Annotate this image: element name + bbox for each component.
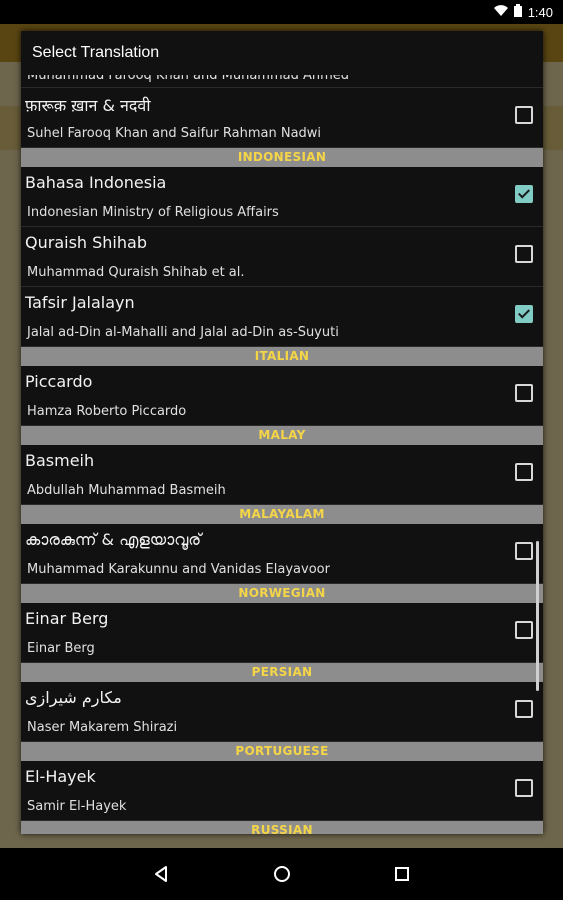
dialog-title: Select Translation xyxy=(21,31,543,75)
battery-icon xyxy=(513,4,522,20)
select-translation-dialog: Select Translation Muhammad Farooq Khan … xyxy=(21,31,543,834)
section-header: PORTUGUESE xyxy=(21,742,543,761)
home-icon xyxy=(274,866,290,882)
translation-item[interactable]: Tafsir Jalalayn Jalal ad-Din al-Mahalli a… xyxy=(21,287,543,347)
translation-subtitle: Jalal ad-Din al-Mahalli and Jalal ad-Din… xyxy=(27,325,339,340)
clock-time: 1:40 xyxy=(527,4,553,20)
translation-item[interactable]: Quraish Shihab Muhammad Quraish Shihab et… xyxy=(21,227,543,287)
translation-subtitle: Muhammad Karakunnu and Vanidas Elayavoor xyxy=(27,562,330,577)
translation-title: El-Hayek xyxy=(25,767,96,786)
translation-title: Tafsir Jalalayn xyxy=(25,293,135,312)
translation-subtitle: Suhel Farooq Khan and Saifur Rahman Nadw… xyxy=(27,126,322,141)
checkbox-unchecked[interactable] xyxy=(515,700,533,718)
translation-item[interactable]: Einar Berg Einar Berg xyxy=(21,603,543,663)
translation-subtitle: Samir El-Hayek xyxy=(27,799,127,814)
translation-list[interactable]: Muhammad Farooq Khan and Muhammad Ahmed फ… xyxy=(21,68,543,834)
checkbox-unchecked[interactable] xyxy=(515,779,533,797)
checkbox-unchecked[interactable] xyxy=(515,542,533,560)
translation-item[interactable]: Basmeih Abdullah Muhammad Basmeih xyxy=(21,445,543,505)
checkbox-unchecked[interactable] xyxy=(515,463,533,481)
translation-title: കാരകുന്ന് & എളയാവൂര് xyxy=(25,530,202,549)
checkbox-unchecked[interactable] xyxy=(515,245,533,263)
translation-subtitle: Hamza Roberto Piccardo xyxy=(27,404,187,419)
section-header: NORWEGIAN xyxy=(21,584,543,603)
section-header: RUSSIAN xyxy=(21,821,543,834)
section-header: ITALIAN xyxy=(21,347,543,366)
status-bar: 1:40 xyxy=(0,0,563,24)
translation-title: Piccardo xyxy=(25,372,93,391)
back-button[interactable] xyxy=(150,862,174,886)
translation-item[interactable]: फ़ारूक़ ख़ान & नदवी Suhel Farooq Khan and… xyxy=(21,88,543,148)
translation-title: مکارم شیرازی xyxy=(25,688,122,707)
section-header: MALAY xyxy=(21,426,543,445)
translation-subtitle: Abdullah Muhammad Basmeih xyxy=(27,483,226,498)
translation-item[interactable]: കാരകുന്ന് & എളയാവൂര് Muhammad Karakunnu a… xyxy=(21,524,543,584)
checkbox-checked[interactable] xyxy=(515,305,533,323)
section-header: INDONESIAN xyxy=(21,148,543,167)
translation-item[interactable]: Bahasa Indonesia Indonesian Ministry of R… xyxy=(21,167,543,227)
translation-subtitle: Einar Berg xyxy=(27,641,95,656)
checkbox-unchecked[interactable] xyxy=(515,621,533,639)
home-button[interactable] xyxy=(270,862,294,886)
translation-title: Einar Berg xyxy=(25,609,109,628)
wifi-icon xyxy=(493,4,508,20)
translation-title: फ़ारूक़ ख़ान & नदवी xyxy=(25,96,151,115)
translation-title: Bahasa Indonesia xyxy=(25,173,167,192)
scrollbar[interactable] xyxy=(536,541,539,691)
translation-subtitle: Indonesian Ministry of Religious Affairs xyxy=(27,205,279,220)
translation-title: Basmeih xyxy=(25,451,95,470)
translation-item[interactable]: El-Hayek Samir El-Hayek xyxy=(21,761,543,821)
checkbox-checked[interactable] xyxy=(515,185,533,203)
translation-subtitle: Muhammad Quraish Shihab et al. xyxy=(27,265,245,280)
recents-icon xyxy=(395,867,409,881)
translation-item[interactable]: مکارم شیرازی Naser Makarem Shirazi xyxy=(21,682,543,742)
back-icon xyxy=(155,866,167,882)
section-header: MALAYALAM xyxy=(21,505,543,524)
translation-subtitle: Naser Makarem Shirazi xyxy=(27,720,178,735)
section-header: PERSIAN xyxy=(21,663,543,682)
recents-button[interactable] xyxy=(390,862,414,886)
checkbox-unchecked[interactable] xyxy=(515,106,533,124)
translation-item[interactable]: Piccardo Hamza Roberto Piccardo xyxy=(21,366,543,426)
translation-title: Quraish Shihab xyxy=(25,233,147,252)
checkbox-unchecked[interactable] xyxy=(515,384,533,402)
navigation-bar xyxy=(0,848,563,900)
